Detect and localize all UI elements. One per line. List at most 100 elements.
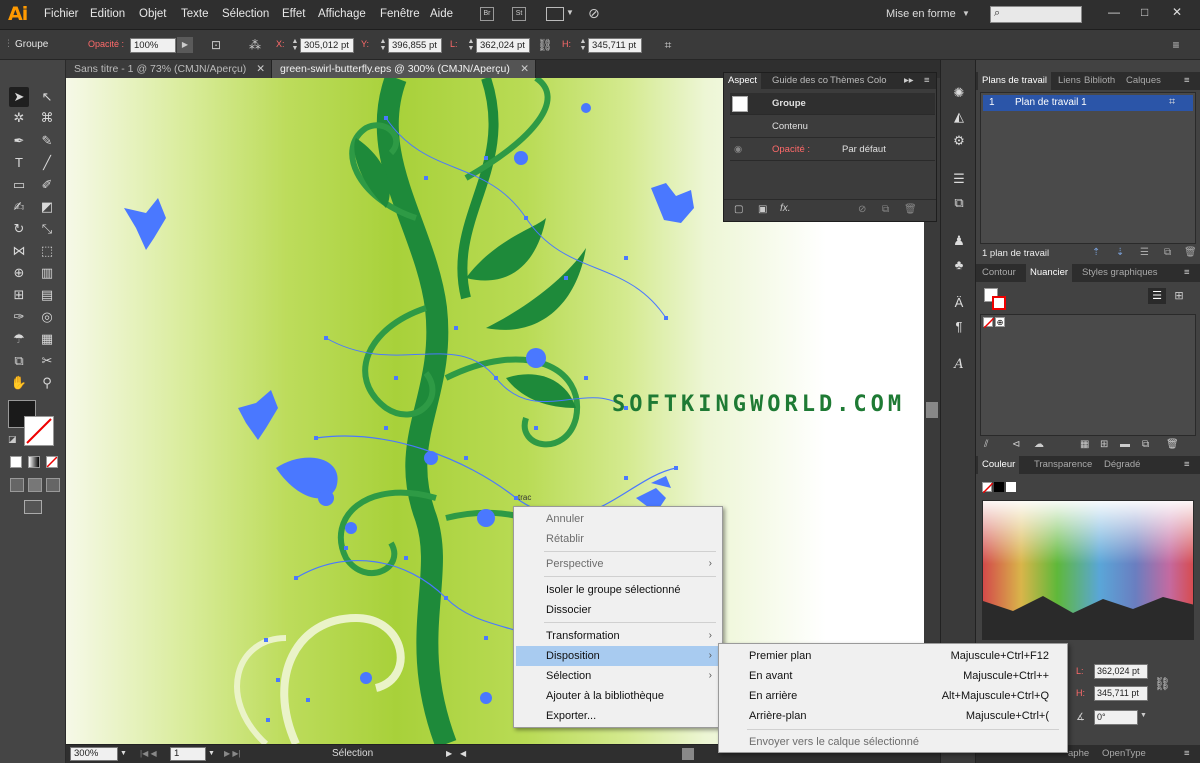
add-stroke-icon[interactable]: ▢ (734, 204, 743, 215)
artboard-name[interactable]: Plan de travail 1 (1015, 97, 1087, 108)
color-black-swatch[interactable] (994, 482, 1004, 492)
zoom-dropdown-icon[interactable]: ▼ (120, 750, 127, 757)
aspect-row-opacity[interactable]: ◉ Opacité : Par défaut (730, 139, 935, 161)
add-fill-icon[interactable]: ▣ (758, 204, 767, 215)
screen-mode-icon[interactable] (24, 500, 42, 514)
tab-bibliotheques[interactable]: Biblioth (1080, 72, 1119, 90)
workspace-chevron-icon[interactable]: ▼ (962, 9, 970, 18)
menu-aide[interactable]: Aide (430, 8, 453, 20)
magic-wand-tool-icon[interactable]: ✲ (9, 108, 29, 128)
stroke-swatch[interactable] (24, 416, 54, 446)
add-effect-icon[interactable]: fx. (780, 203, 791, 214)
minimize-button[interactable]: — (1108, 5, 1120, 19)
list-view-icon[interactable]: ☰ (1148, 288, 1166, 304)
x-label[interactable]: X: (276, 39, 285, 49)
brushes-panel-icon[interactable]: ♟ (950, 232, 968, 250)
height-stepper-icon[interactable]: ▲ ▼ (578, 38, 588, 53)
x-input[interactable]: 305,012 pt (300, 38, 354, 53)
expand-panel-icon[interactable]: ▸▸ (900, 73, 918, 89)
close-icon[interactable]: ✕ (520, 60, 529, 78)
transform-height-input[interactable]: 345,711 pt (1094, 686, 1148, 701)
symbols-panel-icon[interactable]: ♣ (950, 256, 968, 274)
ctx-annuler[interactable]: Annuler (516, 509, 720, 529)
opacity-arrow-icon[interactable]: ▶ (177, 37, 193, 53)
color-white-swatch[interactable] (1006, 482, 1016, 492)
move-up-icon[interactable]: ⇡ (1092, 247, 1100, 258)
artboard-input[interactable]: 1 (170, 747, 206, 761)
artboard-options-icon[interactable]: ⌗ (1169, 96, 1175, 109)
x-stepper-icon[interactable]: ▲ ▼ (290, 38, 300, 53)
tab-glyphes[interactable]: aphe (1064, 745, 1093, 763)
sub-en-avant[interactable]: En avant Majuscule+Ctrl++ (721, 666, 1065, 686)
symbol-sprayer-tool-icon[interactable]: ☂ (9, 329, 29, 349)
eyedropper-tool-icon[interactable]: ✑ (9, 307, 29, 327)
color-none-swatch[interactable] (982, 482, 994, 494)
ctx-transformation[interactable]: Transformation › (516, 626, 720, 646)
tab-guide-couleurs[interactable]: Guide des co (768, 73, 832, 89)
swatch-none[interactable] (983, 317, 995, 329)
swatch-libraries-icon[interactable]: ⫽ (984, 439, 988, 450)
none-mode-icon[interactable] (46, 456, 58, 468)
width-tool-icon[interactable]: ⋈ (9, 241, 29, 261)
pen-tool-icon[interactable]: ✒ (9, 131, 29, 151)
stroke-box[interactable] (992, 296, 1006, 310)
sub-arriere-plan[interactable]: Arrière-plan Majuscule+Ctrl+( (721, 706, 1065, 726)
status-menu-icon[interactable]: ▶ (446, 749, 452, 758)
draw-behind-icon[interactable] (28, 478, 42, 492)
menu-objet[interactable]: Objet (139, 8, 167, 20)
swatch-registration[interactable]: ⊕ (995, 317, 1005, 327)
menu-fichier[interactable]: Fichier (44, 8, 79, 20)
tab-opentype[interactable]: OpenType (1098, 745, 1150, 763)
tab-aspect[interactable]: Aspect (724, 73, 762, 89)
shape-builder-tool-icon[interactable]: ⊕ (9, 263, 29, 283)
sub-en-arriere[interactable]: En arrière Alt+Majuscule+Ctrl+Q (721, 686, 1065, 706)
fill-stroke-indicator[interactable] (984, 288, 1006, 310)
height-input[interactable]: 345,711 pt (588, 38, 642, 53)
y-input[interactable]: 396,855 pt (388, 38, 442, 53)
ctx-selection[interactable]: Sélection › (516, 666, 720, 686)
width-stepper-icon[interactable]: ▲ ▼ (466, 38, 476, 53)
panel-menu-icon[interactable]: ≡ (1168, 37, 1184, 53)
color-guide-icon[interactable]: ✺ (950, 84, 968, 102)
tab-transparence[interactable]: Transparence (1030, 456, 1096, 474)
ctx-isoler-groupe[interactable]: Isoler le groupe sélectionné (516, 580, 720, 600)
move-down-icon[interactable]: ⇣ (1116, 247, 1124, 258)
scrollbar-thumb[interactable] (926, 402, 938, 418)
height-label[interactable]: H: (562, 39, 571, 49)
eraser-tool-icon[interactable]: ◩ (37, 197, 57, 217)
arrange-documents-icon[interactable] (546, 7, 564, 21)
search-input[interactable]: ⌕ (990, 6, 1082, 23)
opacity-label[interactable]: Opacité : (88, 39, 124, 49)
default-colors-icon[interactable]: ◪ (8, 434, 17, 445)
panel-menu-icon[interactable]: ≡ (1180, 264, 1194, 282)
transform-h-label[interactable]: H: (1076, 688, 1085, 698)
scale-tool-icon[interactable]: ⤡ (37, 219, 57, 239)
tab-themes-couleurs[interactable]: Thèmes Colo (826, 73, 891, 89)
menu-fenetre[interactable]: Fenêtre (380, 8, 420, 20)
tab-styles-graphiques[interactable]: Styles graphiques (1078, 264, 1162, 282)
aspect-row-contenu[interactable]: Contenu (730, 116, 935, 138)
add-to-library-icon[interactable]: ⊲ (1012, 439, 1020, 450)
color-group-icon[interactable]: ⊞ (1100, 439, 1108, 450)
constrain-proportions-icon[interactable]: ⛓ (537, 37, 553, 53)
draw-inside-icon[interactable] (46, 478, 60, 492)
delete-item-icon[interactable]: 🗑 (904, 204, 917, 215)
ctx-exporter[interactable]: Exporter... (516, 706, 720, 726)
spectrum-image[interactable] (983, 501, 1194, 640)
grip-icon[interactable]: ⋮ (4, 38, 13, 49)
panel-menu-icon[interactable]: ≡ (920, 73, 934, 89)
maximize-button[interactable]: □ (1141, 5, 1148, 19)
menu-effet[interactable]: Effet (282, 8, 305, 20)
character-panel-icon[interactable]: Ä (950, 294, 968, 312)
tab-contour[interactable]: Contour (978, 264, 1020, 282)
rotate-tool-icon[interactable]: ↻ (9, 219, 29, 239)
aspect-opacity-label[interactable]: Opacité : (772, 144, 810, 155)
duplicate-item-icon[interactable]: ⧉ (882, 204, 889, 215)
visibility-eye-icon[interactable]: ◉ (734, 144, 742, 155)
blend-tool-icon[interactable]: ◎ (37, 307, 57, 327)
pathfinder-panel-icon[interactable]: ⧉ (950, 194, 968, 212)
width-label[interactable]: L: (450, 39, 458, 49)
transform-w-label[interactable]: L: (1076, 666, 1084, 676)
align-panel-icon[interactable]: ☰ (950, 170, 968, 188)
glyphs-panel-icon[interactable]: A (950, 356, 968, 374)
